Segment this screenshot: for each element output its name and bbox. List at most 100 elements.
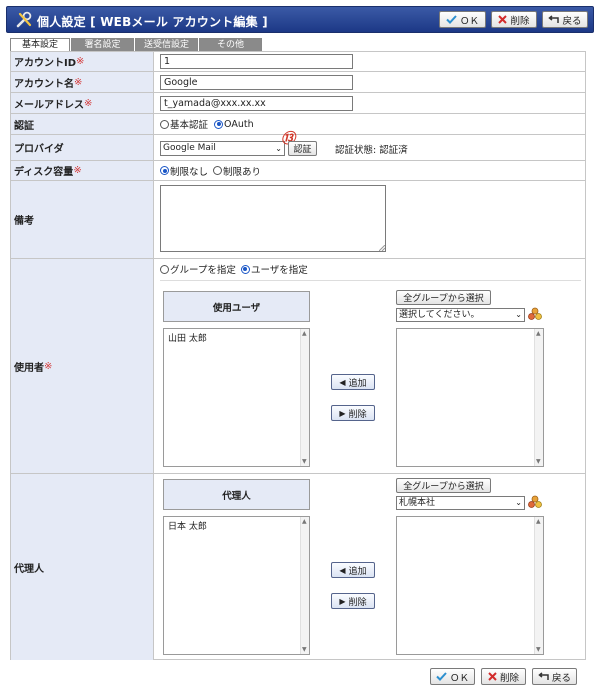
proxy-selected-list[interactable]: 日本 太郎 ▲ ▼: [163, 516, 310, 655]
divider: [160, 280, 581, 281]
note-label: 備考: [14, 216, 34, 227]
row-email: メールアドレス ※ t_yamada@xxx.xx.xx: [11, 93, 585, 114]
list-item[interactable]: 山田 太郎: [164, 329, 309, 346]
scroll-up-icon: ▲: [536, 330, 541, 337]
ok-button[interactable]: ＯＫ: [439, 11, 486, 28]
required-mark: ※: [44, 360, 53, 372]
delete-button[interactable]: 削除: [491, 11, 537, 28]
users-group-select[interactable]: 選択してください。 ⌄: [396, 308, 525, 322]
list-item[interactable]: 日本 太郎: [164, 517, 309, 534]
footer-delete-button[interactable]: 削除: [481, 668, 526, 685]
scroll-up-icon: ▲: [536, 518, 541, 525]
row-note: 備考: [11, 181, 585, 259]
proxy-add-button[interactable]: ◀ 追加: [331, 562, 375, 578]
row-account-id: アカウントID ※ 1: [11, 52, 585, 72]
back-button[interactable]: 戻る: [542, 11, 588, 28]
return-arrow-icon: [548, 15, 560, 23]
users-all-groups-button[interactable]: 全グループから選択: [396, 290, 491, 305]
row-disk: ディスク容量 ※ 制限なし 制限あり: [11, 161, 585, 181]
required-mark: ※: [74, 76, 83, 88]
chevron-down-icon: ⌄: [515, 498, 522, 507]
scroll-down-icon: ▼: [536, 458, 541, 465]
users-selected-list[interactable]: 山田 太郎 ▲ ▼: [163, 328, 310, 467]
provider-select[interactable]: Google Mail ⌄: [160, 141, 285, 156]
right-triangle-icon: ▶: [339, 408, 346, 418]
users-label: 使用者: [14, 362, 44, 374]
account-name-input[interactable]: Google: [160, 75, 353, 90]
org-chart-icon[interactable]: [528, 307, 542, 321]
scroll-up-icon: ▲: [302, 330, 307, 337]
users-add-button[interactable]: ◀ 追加: [331, 374, 375, 390]
left-triangle-icon: ◀: [339, 565, 346, 575]
disk-limited-radio[interactable]: 制限あり: [213, 164, 261, 178]
auth-button[interactable]: 認証: [288, 141, 317, 156]
account-id-label: アカウントID: [14, 58, 77, 69]
provider-label: プロバイダ: [14, 144, 64, 155]
row-provider: プロバイダ Google Mail ⌄ ⑬ 認証 認証状態: 認証済: [11, 131, 585, 161]
tab-send-receive[interactable]: 送受信設定: [135, 38, 198, 52]
proxy-all-groups-button[interactable]: 全グループから選択: [396, 478, 491, 493]
disk-unlimited-radio[interactable]: 制限なし: [160, 164, 208, 178]
chevron-down-icon: ⌄: [515, 310, 522, 319]
proxy-group-select[interactable]: 札幌本社 ⌄: [396, 496, 525, 510]
scroll-down-icon: ▼: [302, 458, 307, 465]
tools-icon: [16, 11, 32, 28]
auth-label: 認証: [14, 120, 34, 132]
footer-ok-button[interactable]: ＯＫ: [430, 668, 475, 685]
users-candidate-list[interactable]: ▲ ▼: [396, 328, 544, 467]
scrollbar[interactable]: ▲ ▼: [534, 329, 543, 466]
scrollbar[interactable]: ▲ ▼: [534, 517, 543, 654]
row-users: 使用者 ※ グループを指定 ユーザを指定 使用ユーザ 山田 太郎 ▲ ▼ ◀ 追加 …: [11, 259, 585, 474]
ok-label: ＯＫ: [449, 672, 469, 684]
row-account-name: アカウント名 ※ Google: [11, 72, 585, 93]
x-icon: [488, 672, 497, 681]
required-mark: ※: [84, 97, 93, 109]
footer-back-button[interactable]: 戻る: [532, 668, 577, 685]
proxy-label: 代理人: [14, 563, 44, 575]
tab-other[interactable]: その他: [199, 38, 262, 52]
back-label: 戻る: [562, 15, 582, 27]
row-auth: 認証 基本認証 OAuth: [11, 114, 585, 135]
delete-label: 削除: [499, 672, 519, 684]
scroll-down-icon: ▼: [302, 646, 307, 653]
tab-basic[interactable]: 基本設定: [10, 38, 70, 52]
users-group-radio[interactable]: グループを指定: [160, 262, 236, 276]
email-label: メールアドレス: [14, 99, 84, 111]
x-icon: [498, 15, 508, 24]
right-triangle-icon: ▶: [339, 596, 346, 606]
proxy-candidate-list[interactable]: ▲ ▼: [396, 516, 544, 655]
title-bar: 個人設定 [ WEBメール アカウント編集 ] ＯＫ 削除 戻る: [6, 6, 594, 33]
check-icon: [436, 672, 447, 681]
auth-status-text: 認証状態: 認証済: [335, 145, 408, 156]
account-name-label: アカウント名: [14, 78, 74, 90]
users-list-header: 使用ユーザ: [163, 291, 310, 322]
scroll-down-icon: ▼: [536, 646, 541, 653]
row-proxy: 代理人 代理人 日本 太郎 ▲ ▼ ◀ 追加 ▶ 削除 全グループから選択 札幌本…: [11, 474, 585, 660]
auth-basic-radio[interactable]: 基本認証: [160, 117, 208, 131]
scrollbar[interactable]: ▲ ▼: [300, 329, 309, 466]
scroll-up-icon: ▲: [302, 518, 307, 525]
users-user-radio[interactable]: ユーザを指定: [240, 262, 308, 276]
resize-grip-icon: [379, 245, 385, 251]
return-arrow-icon: [538, 672, 549, 680]
auth-oauth-radio[interactable]: OAuth: [214, 119, 254, 130]
account-form: アカウントID ※ 1 アカウント名 ※ Google メールアドレス ※ t_yam…: [10, 51, 586, 660]
back-label: 戻る: [551, 672, 571, 684]
proxy-list-header: 代理人: [163, 479, 310, 510]
proxy-remove-button[interactable]: ▶ 削除: [331, 593, 375, 609]
disk-label: ディスク容量: [14, 167, 74, 178]
account-id-input[interactable]: 1: [160, 54, 353, 69]
required-mark: ※: [76, 56, 85, 67]
required-mark: ※: [73, 165, 82, 176]
scrollbar[interactable]: ▲ ▼: [300, 517, 309, 654]
org-chart-icon[interactable]: [528, 495, 542, 509]
email-input[interactable]: t_yamada@xxx.xx.xx: [160, 96, 353, 111]
tab-signature[interactable]: 署名設定: [71, 38, 134, 52]
page-title: 個人設定 [ WEBメール アカウント編集 ]: [37, 15, 268, 29]
check-icon: [446, 15, 457, 24]
tab-bar: 基本設定 署名設定 送受信設定 その他: [10, 38, 263, 52]
left-triangle-icon: ◀: [339, 377, 346, 387]
note-textarea[interactable]: [160, 185, 386, 252]
users-remove-button[interactable]: ▶ 削除: [331, 405, 375, 421]
ok-label: ＯＫ: [459, 15, 479, 27]
